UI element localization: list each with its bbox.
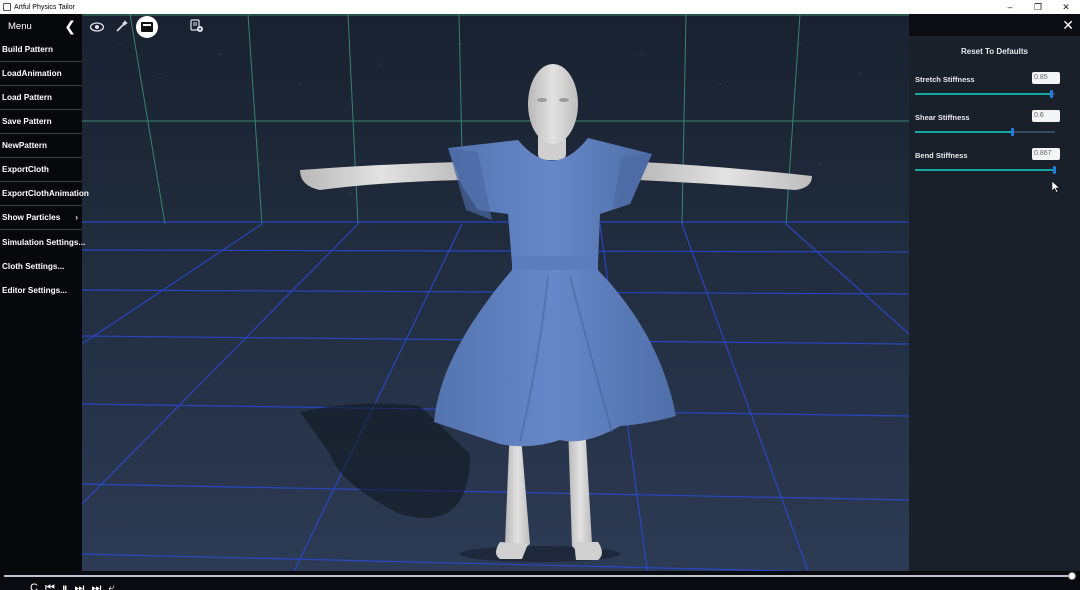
slider-fill [915,93,1053,95]
bend-stiffness-row: Bend Stiffness 0.867 [915,148,1060,175]
menu-item-label: Build Pattern [2,45,53,54]
mannequin-mode-icon[interactable] [136,16,158,38]
stretch-stiffness-slider[interactable] [915,90,1055,98]
menu-item-load-pattern[interactable]: Load Pattern [0,86,82,110]
menu-item-label: Editor Settings... [2,285,68,295]
chevron-right-icon: › [75,213,78,222]
menu-item-export-cloth[interactable]: ExportCloth [0,158,82,182]
eye-icon[interactable] [90,20,104,34]
wand-icon[interactable] [115,19,129,33]
menu-item-label: Load Pattern [2,93,53,102]
menu-item-label: Save Pattern [2,117,52,126]
shear-stiffness-input[interactable]: 0.6 [1032,110,1060,122]
timeline-scrubber[interactable] [4,575,1072,577]
cloth-settings-panel: ✕ Reset To Defaults Stretch Stiffness 0.… [909,14,1080,574]
menu-item-label: Simulation Settings... [2,237,86,247]
menu-item-label: ExportCloth [2,165,49,174]
menu-title: Menu [8,20,32,32]
menu-item-new-pattern[interactable]: NewPattern [0,134,82,158]
slider-thumb[interactable] [1011,128,1014,136]
menu-header: Menu ❮ [0,14,82,38]
menu-item-label: ExportClothAnimation [2,189,89,198]
menu-item-show-particles[interactable]: Show Particles › [0,206,82,230]
playback-controls[interactable]: C ⏮ ⏸ ⏭ ⏭ ⤶ [30,582,117,590]
menu-item-label: Cloth Settings... [2,261,65,271]
window-title-bar: Artful Physics Tailor – ❐ ✕ [0,0,1080,14]
slider-fill [915,131,1013,133]
menu-item-label: Show Particles [2,213,61,222]
menu-item-label: NewPattern [2,141,48,150]
panel-header: ✕ [909,14,1080,36]
menu-item-editor-settings[interactable]: Editor Settings... [0,278,82,302]
slider-fill [915,169,1055,171]
slider-label: Shear Stiffness [915,113,970,122]
app-icon [3,3,11,11]
window-title: Artful Physics Tailor [14,3,75,11]
menu-item-save-pattern[interactable]: Save Pattern [0,110,82,134]
bend-stiffness-slider[interactable] [915,166,1056,174]
slider-label: Bend Stiffness [915,151,968,160]
menu-item-simulation-settings[interactable]: Simulation Settings... [0,230,86,254]
restore-button[interactable]: ❐ [1024,0,1052,14]
timeline-knob[interactable] [1068,572,1076,580]
stretch-stiffness-input[interactable]: 0.85 [1032,72,1060,84]
mouse-cursor-icon [1052,181,1060,193]
bend-stiffness-input[interactable]: 0.867 [1032,148,1060,160]
menu-item-label: LoadAnimation [2,69,62,78]
collapse-menu-icon[interactable]: ❮ [64,19,76,33]
settings-database-icon[interactable] [190,19,204,33]
shear-stiffness-row: Shear Stiffness 0.6 [915,110,1060,137]
slider-thumb[interactable] [1053,166,1056,174]
menu-item-cloth-settings[interactable]: Cloth Settings... [0,254,82,278]
slider-thumb[interactable] [1050,90,1054,98]
stretch-stiffness-row: Stretch Stiffness 0.85 [915,72,1060,99]
reset-defaults-button[interactable]: Reset To Defaults [909,47,1080,56]
minimize-button[interactable]: – [996,0,1024,14]
slider-label: Stretch Stiffness [915,75,975,84]
animation-timeline: C ⏮ ⏸ ⏭ ⏭ ⤶ [0,571,1080,590]
menu-item-build-pattern[interactable]: Build Pattern [0,38,82,62]
menu-item-load-animation[interactable]: LoadAnimation [0,62,82,86]
shear-stiffness-slider[interactable] [915,128,1055,136]
close-panel-icon[interactable]: ✕ [1062,17,1074,34]
close-window-button[interactable]: ✕ [1052,0,1080,14]
side-menu: Menu ❮ Build Pattern LoadAnimation Load … [0,14,89,574]
menu-item-export-cloth-animation[interactable]: ExportClothAnimation [0,182,89,206]
